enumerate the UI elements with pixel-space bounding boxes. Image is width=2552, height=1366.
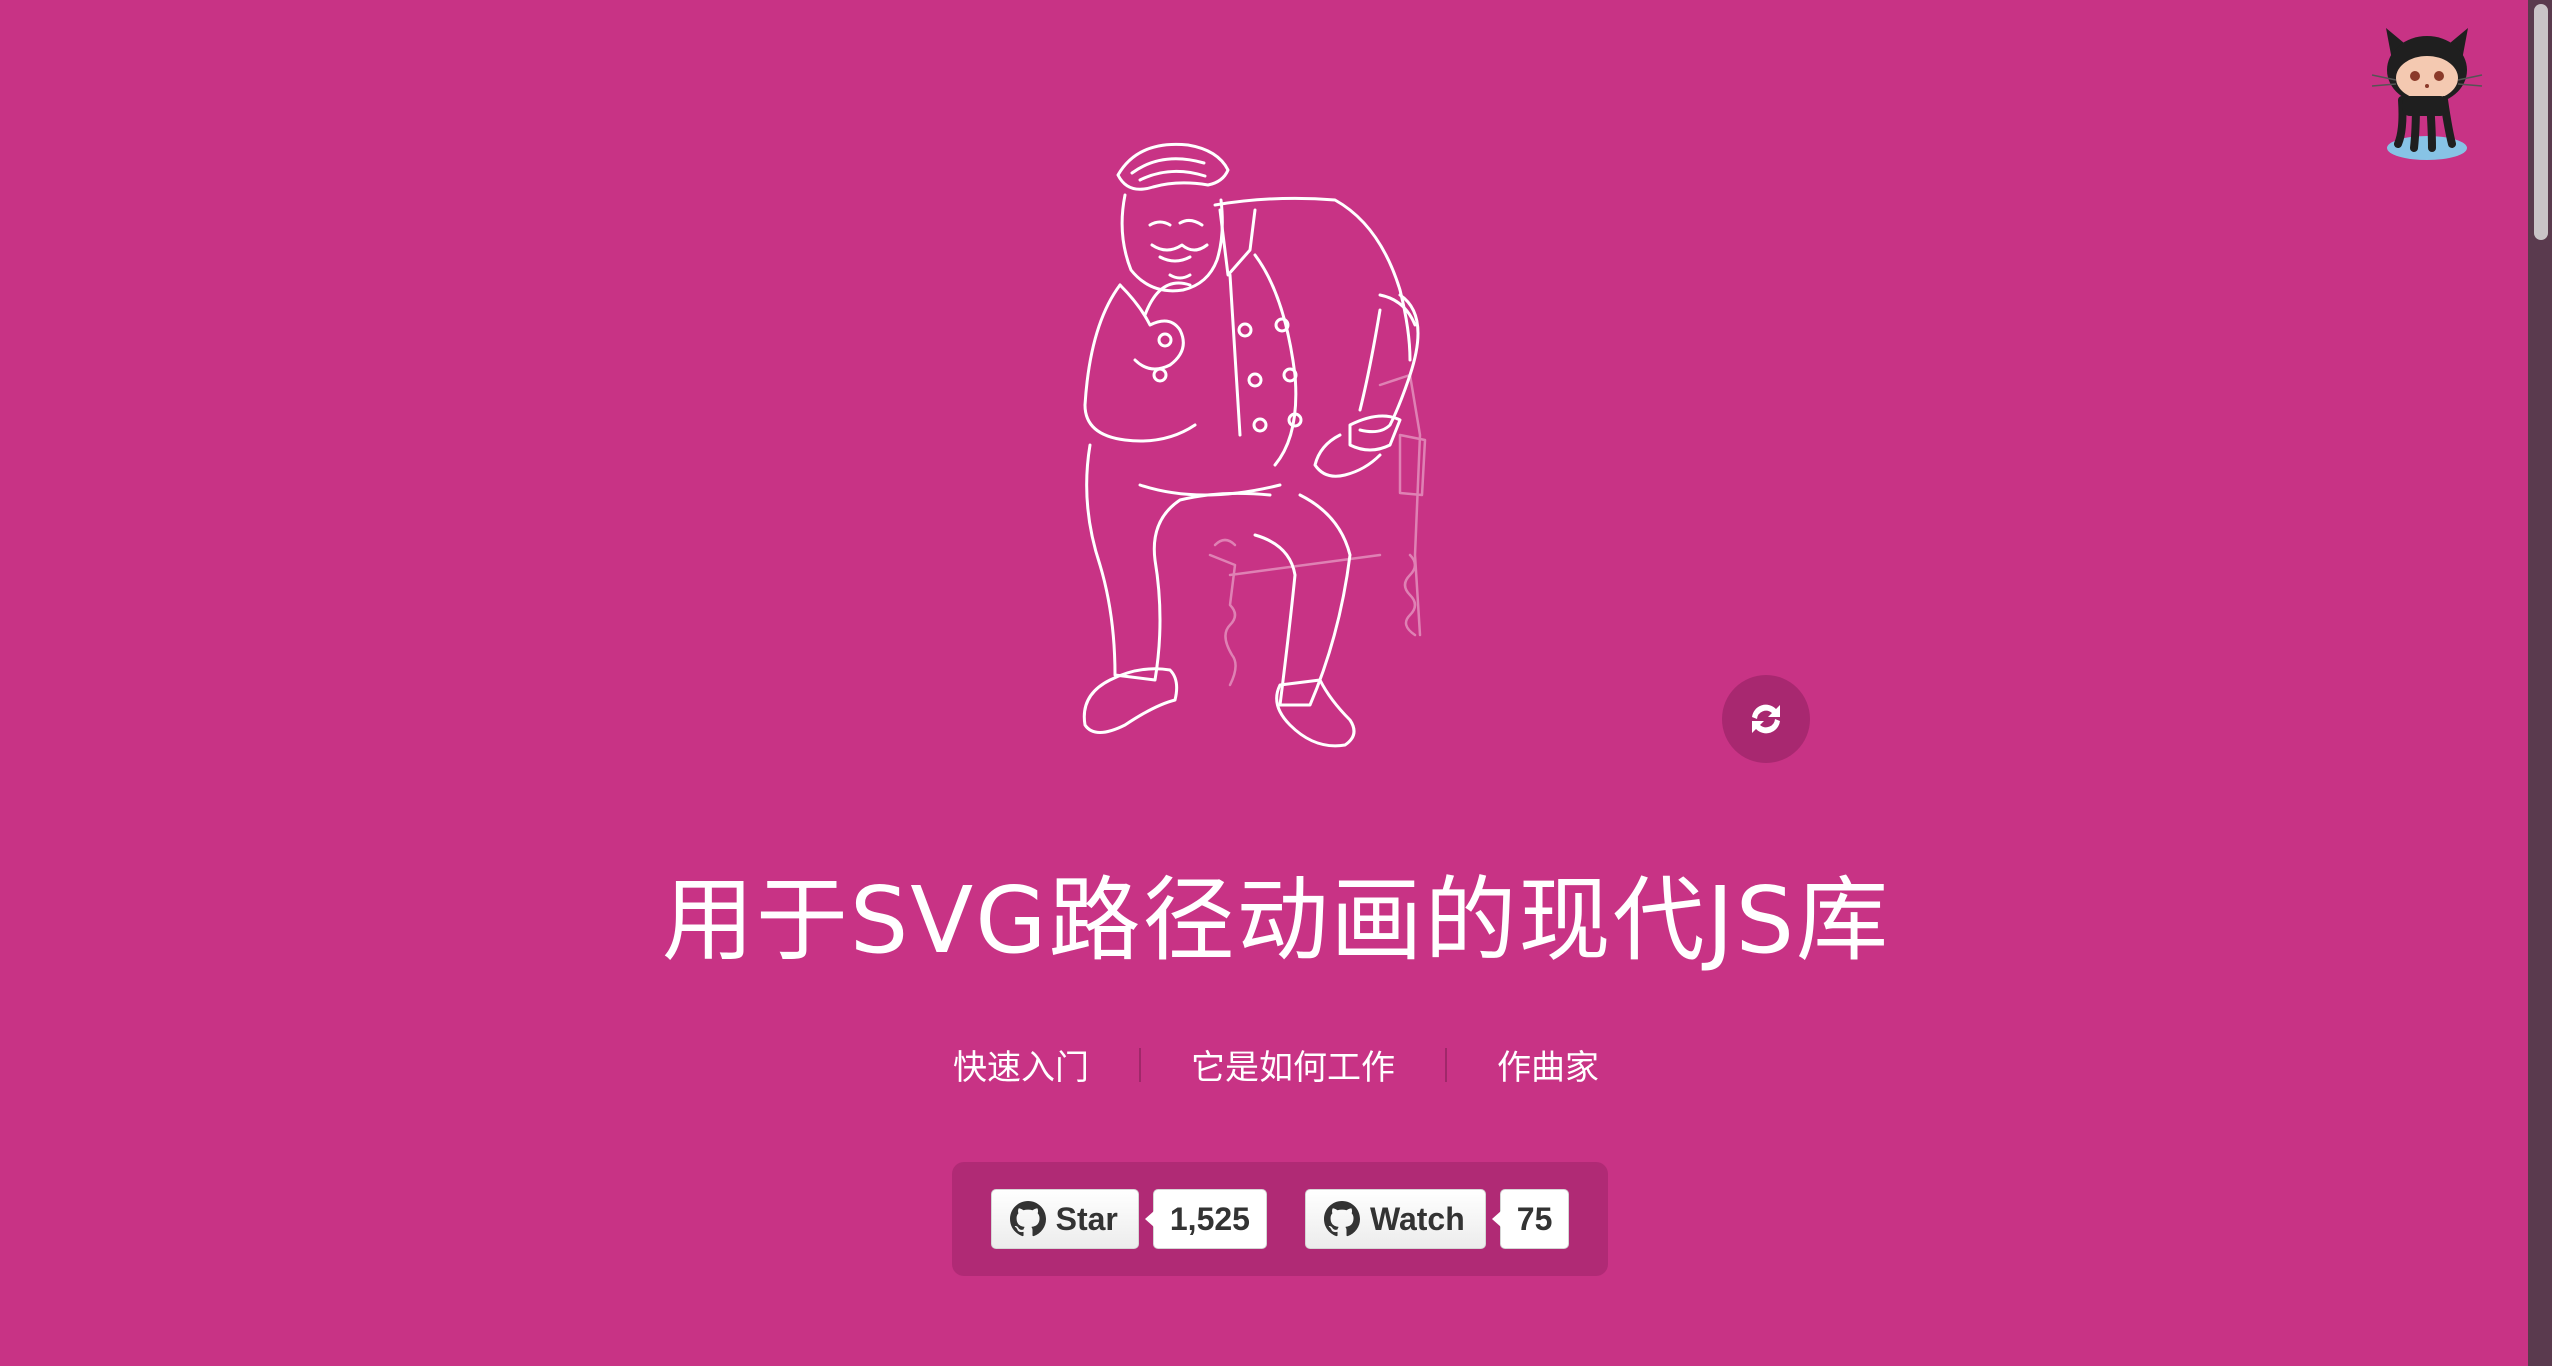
github-star-count[interactable]: 1,525 [1144, 1189, 1267, 1249]
github-watch-group: Watch 75 [1304, 1189, 1570, 1249]
nav-link-composer[interactable]: 作曲家 [1447, 1040, 1649, 1089]
github-star-group: Star 1,525 [990, 1189, 1267, 1249]
github-buttons-panel: Star 1,525 Watch 75 [952, 1162, 1608, 1276]
seated-man-illustration [1080, 135, 1520, 775]
github-watch-label: Watch [1369, 1200, 1465, 1237]
github-star-button[interactable]: Star [990, 1189, 1139, 1249]
nav-link-getting-started[interactable]: 快速入门 [903, 1040, 1139, 1089]
nav-link-how-it-works[interactable]: 它是如何工作 [1141, 1040, 1445, 1089]
github-mark-icon [1009, 1201, 1046, 1237]
github-mark-icon [1323, 1201, 1360, 1237]
scrollbar-thumb[interactable] [2534, 4, 2548, 240]
page-scrollbar[interactable] [2528, 0, 2552, 1366]
page-title: 用于SVG路径动画的现代JS库 [661, 867, 1891, 974]
replay-button[interactable] [1722, 675, 1810, 763]
replay-icon [1752, 704, 1780, 734]
octocat-icon[interactable] [2352, 20, 2502, 170]
page: 用于SVG路径动画的现代JS库 快速入门 它是如何工作 作曲家 Star 1,5… [0, 0, 2552, 1366]
github-watch-count[interactable]: 75 [1491, 1189, 1570, 1249]
github-watch-button[interactable]: Watch [1304, 1189, 1486, 1249]
nav-links: 快速入门 它是如何工作 作曲家 [0, 1040, 2552, 1089]
github-star-label: Star [1055, 1200, 1118, 1237]
